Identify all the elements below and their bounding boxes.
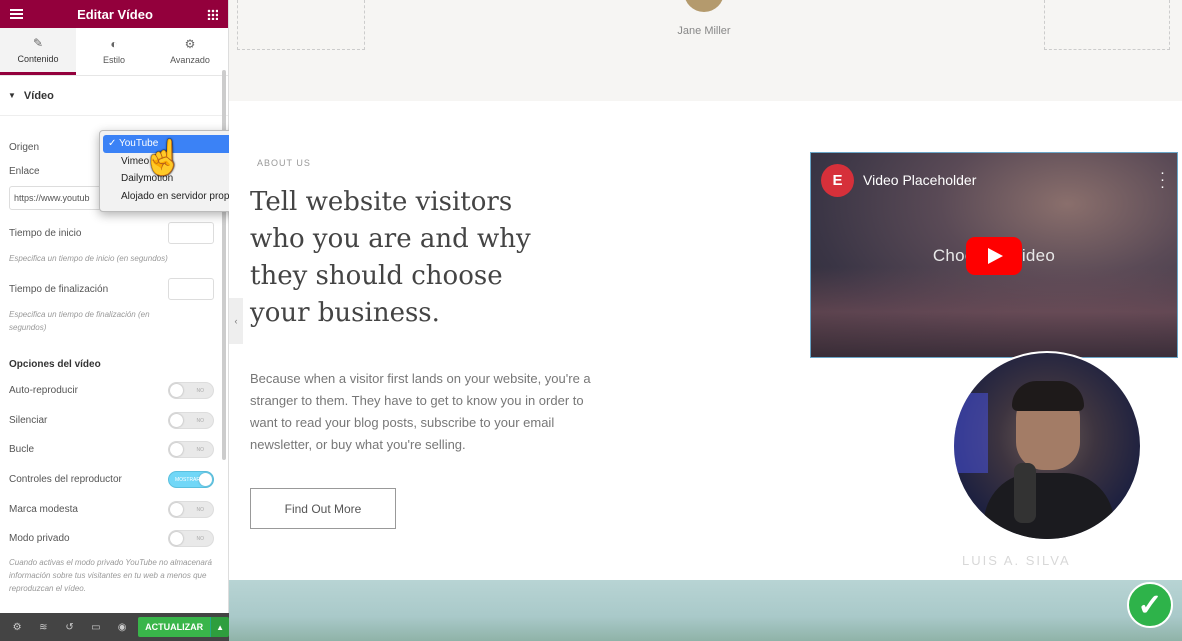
- contrast-icon: ◐: [110, 37, 118, 51]
- end-time-input[interactable]: [168, 278, 214, 300]
- hand-cursor-icon: ☝: [142, 139, 185, 177]
- gear-icon: ⚙: [184, 37, 196, 51]
- preview-eye-icon[interactable]: ◉: [109, 622, 135, 633]
- toggle-state: MOSTRAR: [175, 477, 200, 483]
- start-hint: Especifica un tiempo de inicio (en segun…: [9, 254, 168, 263]
- editor-panel: Editar Vídeo ✎ Contenido ◐ Estilo ⚙ Avan…: [0, 0, 229, 641]
- empty-column-left[interactable]: [237, 0, 365, 50]
- about-body: Because when a visitor first lands on yo…: [250, 371, 591, 452]
- caret-down-icon: ▼: [8, 91, 16, 100]
- toggle-knob: [170, 532, 183, 545]
- end-hint: Especifica un tiempo de finalización (en…: [9, 310, 150, 332]
- toggle-row-loop: Bucle NO: [9, 441, 214, 458]
- autoplay-label: Auto-reproducir: [9, 385, 78, 396]
- testimonial-avatar: [684, 0, 724, 12]
- tab-avanzado[interactable]: ⚙ Avanzado: [152, 28, 228, 75]
- toggle-row-modest: Marca modesta NO: [9, 501, 214, 518]
- history-icon[interactable]: ↺: [56, 622, 82, 633]
- start-time-input[interactable]: [168, 222, 214, 244]
- panel-scrollbar[interactable]: [222, 70, 226, 460]
- webcam-person-body: [984, 473, 1114, 539]
- start-label: Tiempo de inicio: [9, 227, 82, 239]
- widgets-grid-icon[interactable]: [206, 8, 218, 20]
- section-title: Vídeo: [23, 89, 54, 102]
- controls-toggle[interactable]: MOSTRAR: [168, 471, 214, 488]
- end-row: Tiempo de finalización: [9, 278, 214, 300]
- toggle-row-mute: Silenciar NO: [9, 412, 214, 429]
- origin-label: Origen: [9, 141, 40, 153]
- toggle-knob: [170, 443, 183, 456]
- tab-label: Avanzado: [170, 55, 210, 65]
- tab-label: Estilo: [102, 55, 125, 65]
- empty-column-right[interactable]: [1044, 0, 1170, 50]
- elementor-logo-icon: E: [821, 164, 854, 197]
- link-label: Enlace: [9, 166, 40, 177]
- mute-label: Silenciar: [9, 415, 48, 426]
- webcam-overlay: [952, 351, 1142, 541]
- update-button[interactable]: ACTUALIZAR: [138, 617, 211, 637]
- start-row: Tiempo de inicio: [9, 222, 214, 244]
- toggle-row-autoplay: Auto-reproducir NO: [9, 382, 214, 399]
- page-canvas: Jane Miller ‹ ABOUT US Tell website visi…: [229, 0, 1182, 641]
- footer-image: [229, 580, 1182, 641]
- private-label: Modo privado: [9, 533, 70, 544]
- toggle-knob: [170, 384, 183, 397]
- toggle-row-controls: Controles del reproductor MOSTRAR: [9, 471, 214, 488]
- more-options-icon[interactable]: · · ·: [1160, 165, 1165, 194]
- webcam-light: [954, 393, 988, 473]
- toggle-knob: [170, 503, 183, 516]
- testimonial-name: Jane Miller: [677, 25, 731, 37]
- private-toggle[interactable]: NO: [168, 530, 214, 547]
- tab-label: Contenido: [17, 53, 59, 64]
- layers-icon[interactable]: ≋: [30, 622, 56, 633]
- controls-label: Controles del reproductor: [9, 474, 122, 485]
- autoplay-toggle[interactable]: NO: [168, 382, 214, 399]
- tab-contenido[interactable]: ✎ Contenido: [0, 28, 76, 75]
- panel-tabs: ✎ Contenido ◐ Estilo ⚙ Avanzado: [0, 28, 228, 76]
- pencil-icon: ✎: [32, 35, 44, 50]
- toggle-knob: [170, 414, 183, 427]
- modest-label: Marca modesta: [9, 504, 78, 515]
- panel-header: Editar Vídeo: [0, 0, 228, 28]
- video-widget[interactable]: E Video Placeholder ··· Choose a video: [810, 152, 1178, 358]
- panel-footer: ⚙ ≋ ↺ ▭ ◉ ACTUALIZAR ▲: [0, 613, 229, 641]
- tab-estilo[interactable]: ◐ Estilo: [76, 28, 152, 75]
- channel-watermark: LUIS A. SILVA: [962, 553, 1071, 568]
- responsive-icon[interactable]: ▭: [83, 622, 109, 633]
- hamburger-menu-icon[interactable]: [10, 9, 23, 19]
- section-eyebrow: ABOUT US: [257, 158, 311, 168]
- private-hint: Cuando activas el modo privado YouTube n…: [9, 558, 212, 593]
- video-title: Video Placeholder: [863, 172, 977, 188]
- toggle-knob: [199, 473, 212, 486]
- link-input[interactable]: https://www.youtub: [9, 186, 109, 210]
- mute-toggle[interactable]: NO: [168, 412, 214, 429]
- modest-toggle[interactable]: NO: [168, 501, 214, 518]
- toggle-row-private: Modo privado NO: [9, 530, 214, 547]
- settings-icon[interactable]: ⚙: [4, 622, 30, 633]
- toggle-state: NO: [196, 447, 205, 453]
- toggle-state: NO: [196, 507, 205, 513]
- about-headline: Tell website visitors who you are and wh…: [250, 187, 531, 328]
- loop-toggle[interactable]: NO: [168, 441, 214, 458]
- collapse-panel-icon[interactable]: ‹: [229, 298, 243, 344]
- options-title: Opciones del vídeo: [9, 359, 101, 370]
- section-video-header[interactable]: ▼ Vídeo: [0, 76, 228, 116]
- loop-label: Bucle: [9, 444, 35, 455]
- end-label: Tiempo de finalización: [9, 283, 109, 295]
- toggle-state: NO: [196, 536, 205, 542]
- checkmark-badge-icon: ✓: [1127, 582, 1173, 628]
- youtube-play-icon[interactable]: [966, 237, 1022, 275]
- testimonial-section: Jane Miller: [229, 0, 1182, 101]
- find-out-more-button[interactable]: Find Out More: [250, 488, 396, 529]
- toggle-state: NO: [196, 388, 205, 394]
- toggle-state: NO: [196, 418, 205, 424]
- microphone-icon: [1014, 463, 1036, 523]
- webcam-person-hair: [1012, 381, 1084, 411]
- update-options-caret-icon[interactable]: ▲: [210, 617, 229, 637]
- panel-title: Editar Vídeo: [77, 6, 153, 22]
